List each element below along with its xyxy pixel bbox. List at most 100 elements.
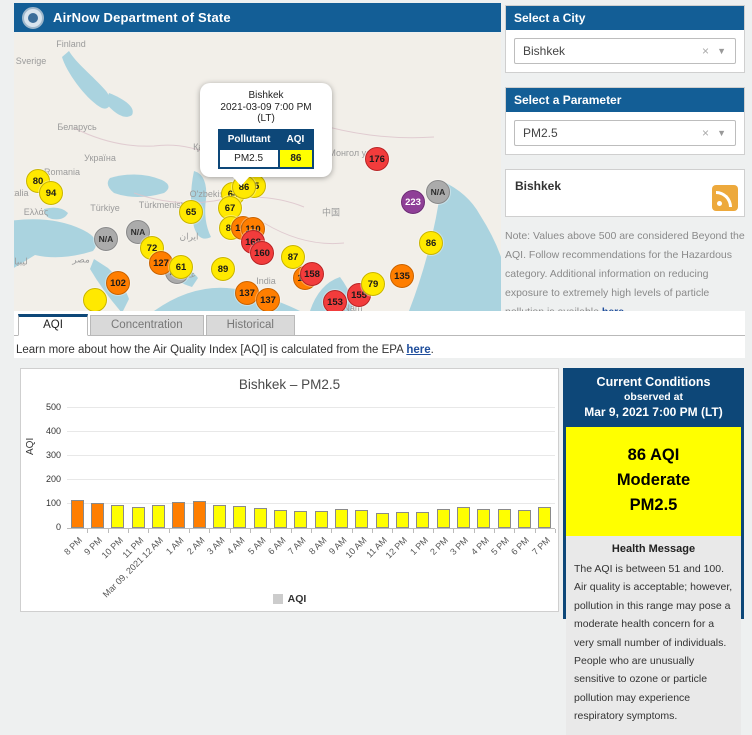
popup-timezone: (LT) xyxy=(206,113,326,124)
rss-feed-icon[interactable] xyxy=(712,185,738,211)
bar-8-am[interactable] xyxy=(315,511,328,528)
aqi-marker[interactable]: 61 xyxy=(169,255,193,279)
bar-2-pm[interactable] xyxy=(437,509,450,528)
aqi-marker[interactable]: 176 xyxy=(365,147,389,171)
y-tick-label: 100 xyxy=(46,498,61,508)
bar-5-pm[interactable] xyxy=(498,509,511,528)
bar-4-pm[interactable] xyxy=(477,509,490,528)
city-panel-title: Select a City xyxy=(506,6,744,30)
rss-city-label: Bishkek xyxy=(515,179,561,193)
cc-aqi-category: Moderate xyxy=(570,468,737,493)
x-tick-label: 10 PM xyxy=(99,535,124,560)
tabs-zone: AQIConcentrationHistorical Learn more ab… xyxy=(14,311,745,358)
bar-11-am[interactable] xyxy=(376,513,389,528)
x-axis-tick xyxy=(555,529,556,533)
bar-3-am[interactable] xyxy=(213,505,226,528)
aqi-marker[interactable]: 86 xyxy=(419,231,443,255)
bar-2-am[interactable] xyxy=(193,501,206,528)
cc-aqi-block: 86 AQI Moderate PM2.5 xyxy=(566,427,741,536)
x-tick-label: 10 AM xyxy=(344,535,369,560)
y-tick-label: 400 xyxy=(46,426,61,436)
tab-concentration[interactable]: Concentration xyxy=(90,315,204,335)
learn-more-suffix: . xyxy=(431,344,434,356)
bar-12-pm[interactable] xyxy=(396,512,409,528)
x-tick-label: 3 PM xyxy=(449,535,471,557)
popup-col-aqi: AQI xyxy=(279,130,314,149)
chart-y-axis-label: AQI xyxy=(25,438,36,455)
map-country-label: ايران xyxy=(179,232,198,243)
aqi-marker[interactable]: 89 xyxy=(211,257,235,281)
aqi-marker[interactable]: 102 xyxy=(106,271,130,295)
learn-more-line: Learn more about how the Air Quality Ind… xyxy=(14,336,745,356)
x-tick-label: 4 AM xyxy=(225,535,247,557)
tab-historical[interactable]: Historical xyxy=(206,315,295,335)
map-country-label: Sverige xyxy=(16,56,47,66)
aqi-marker[interactable] xyxy=(83,288,107,311)
bar-5-am[interactable] xyxy=(254,508,267,528)
x-tick-label: 5 AM xyxy=(246,535,268,557)
bar-mar-09-2021-12-am[interactable] xyxy=(152,505,165,528)
cc-pollutant: PM2.5 xyxy=(570,493,737,518)
bar-11-pm[interactable] xyxy=(132,507,145,528)
bar-7-am[interactable] xyxy=(294,511,307,528)
aqi-marker[interactable]: 135 xyxy=(390,264,414,288)
bar-8-pm[interactable] xyxy=(71,500,84,528)
map-country-label: Ελλάς xyxy=(24,207,48,217)
aqi-marker[interactable]: N/A xyxy=(94,227,118,251)
bar-10-pm[interactable] xyxy=(111,505,124,528)
popup-table: Pollutant AQI PM2.5 86 xyxy=(218,129,315,169)
parameter-caret-icon[interactable]: ▼ xyxy=(717,128,726,138)
aqi-marker[interactable]: 79 xyxy=(361,272,385,296)
parameter-select-value: PM2.5 xyxy=(523,126,558,140)
x-tick-label: 1 PM xyxy=(408,535,430,557)
tab-aqi[interactable]: AQI xyxy=(18,314,88,336)
learn-more-text: Learn more about how the Air Quality Ind… xyxy=(16,344,406,356)
city-caret-icon[interactable]: ▼ xyxy=(717,46,726,56)
city-select[interactable]: Bishkek × ▼ xyxy=(514,38,736,64)
map-country-label: 中国 xyxy=(322,206,340,219)
learn-more-here-link[interactable]: here xyxy=(406,344,430,356)
aqi-marker[interactable]: 158 xyxy=(300,262,324,286)
aqi-marker[interactable]: 94 xyxy=(39,181,63,205)
bar-3-pm[interactable] xyxy=(457,507,470,528)
parameter-clear-icon[interactable]: × xyxy=(702,126,709,140)
gridline xyxy=(67,431,555,432)
page: AirNow Department of State xyxy=(0,0,752,619)
rss-box: Bishkek xyxy=(505,169,745,217)
aqi-marker[interactable]: 65 xyxy=(179,200,203,224)
bar-10-am[interactable] xyxy=(355,510,368,528)
bar-1-pm[interactable] xyxy=(416,512,429,528)
cc-health-block: Health Message The AQI is between 51 and… xyxy=(566,536,741,735)
gridline xyxy=(67,503,555,504)
bar-4-am[interactable] xyxy=(233,506,246,528)
sidebar: Select a City Bishkek × ▼ Select a Param… xyxy=(505,5,745,321)
aqi-marker[interactable]: 153 xyxy=(323,290,347,311)
parameter-select[interactable]: PM2.5 × ▼ xyxy=(514,120,736,146)
app-title: AirNow Department of State xyxy=(53,10,231,25)
aqi-marker[interactable]: 223 xyxy=(401,190,425,214)
bar-9-pm[interactable] xyxy=(91,503,104,528)
cc-aqi-value: 86 AQI xyxy=(570,443,737,468)
gridline xyxy=(67,455,555,456)
bar-6-pm[interactable] xyxy=(518,510,531,528)
city-clear-icon[interactable]: × xyxy=(702,44,709,58)
popup-aqi-value: 86 xyxy=(279,149,314,168)
x-tick-label: 8 AM xyxy=(307,535,329,557)
bar-6-am[interactable] xyxy=(274,510,287,528)
aqi-marker[interactable]: 160 xyxy=(250,241,274,265)
x-tick-label: 6 PM xyxy=(510,535,532,557)
bar-1-am[interactable] xyxy=(172,502,185,528)
aqi-map[interactable]: FinlandSverigeБеларусьУкраїнаRomaniaItal… xyxy=(14,33,501,311)
aqi-note: Note: Values above 500 are considered Be… xyxy=(505,227,745,321)
popup-datetime: 2021-03-09 7:00 PM xyxy=(206,102,326,113)
city-panel: Select a City Bishkek × ▼ xyxy=(505,5,745,73)
aqi-marker[interactable]: N/A xyxy=(426,180,450,204)
aqi-marker[interactable]: 137 xyxy=(256,288,280,311)
x-tick-label: 3 AM xyxy=(205,535,227,557)
bar-7-pm[interactable] xyxy=(538,507,551,528)
map-country-label: India xyxy=(256,276,276,286)
bar-9-am[interactable] xyxy=(335,509,348,528)
x-tick-label: 5 PM xyxy=(489,535,511,557)
gridline xyxy=(67,407,555,408)
map-country-label: Україна xyxy=(84,153,116,163)
